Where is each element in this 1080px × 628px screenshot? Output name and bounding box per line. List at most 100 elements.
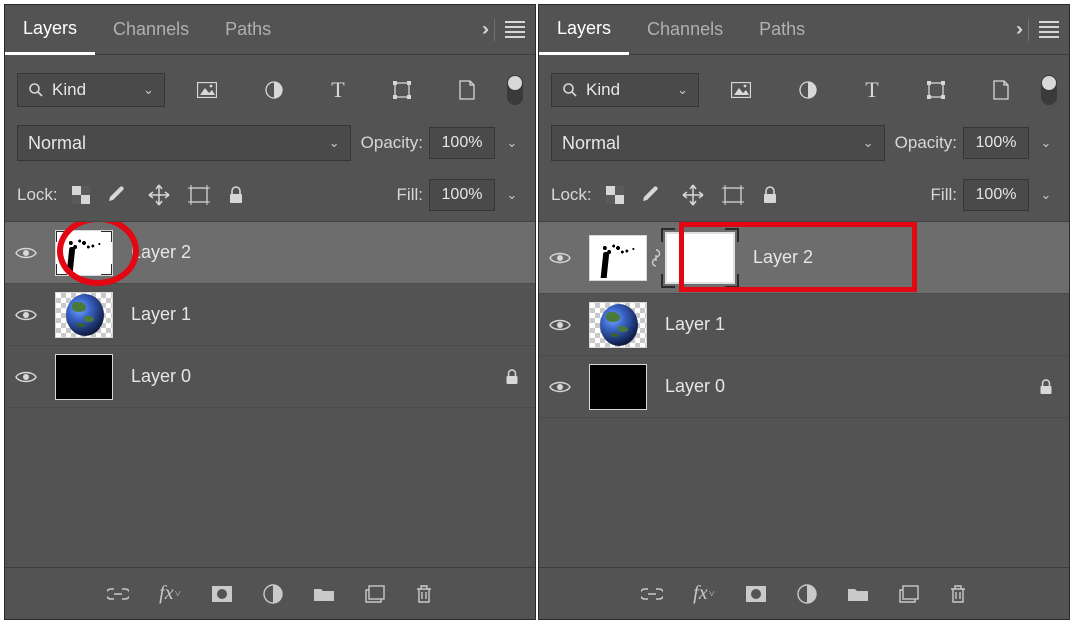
layer-thumbnail[interactable] xyxy=(55,230,113,276)
lock-transparency-icon[interactable] xyxy=(606,186,624,204)
new-adjustment-layer-icon[interactable] xyxy=(263,584,283,604)
visibility-eye-icon[interactable] xyxy=(549,318,577,332)
tab-channels[interactable]: Channels xyxy=(95,5,207,54)
blend-row: Normal ⌄ Opacity: 100% ⌄ xyxy=(5,117,535,171)
layer-name[interactable]: Layer 1 xyxy=(665,314,725,335)
layer-lock-icon[interactable] xyxy=(1039,379,1053,395)
lock-pixels-icon[interactable] xyxy=(108,185,130,205)
pixel-layer-filter-icon[interactable] xyxy=(197,82,217,98)
filter-row: Kind ⌄ T xyxy=(5,55,535,117)
fill-value-input[interactable]: 100% xyxy=(963,179,1029,211)
opacity-flyout-chevron-icon[interactable]: ⌄ xyxy=(1035,135,1057,151)
shape-layer-filter-icon[interactable] xyxy=(393,81,411,99)
flyout-menu-icon[interactable] xyxy=(505,21,525,38)
filter-toggle-switch[interactable] xyxy=(507,75,523,105)
smart-object-filter-icon[interactable] xyxy=(993,80,1009,100)
fill-value-input[interactable]: 100% xyxy=(429,179,495,211)
filter-row: Kind ⌄ T xyxy=(539,55,1069,117)
adjustment-layer-filter-icon[interactable] xyxy=(799,81,817,99)
opacity-value-input[interactable]: 100% xyxy=(963,127,1029,159)
tab-channels[interactable]: Channels xyxy=(629,5,741,54)
blend-mode-dropdown[interactable]: Normal ⌄ xyxy=(551,125,885,161)
new-layer-icon[interactable] xyxy=(899,585,919,603)
layer-mask-thumbnail[interactable] xyxy=(665,232,735,284)
lock-label: Lock: xyxy=(551,185,592,205)
lock-transparency-icon[interactable] xyxy=(72,186,90,204)
collapse-panel-icon[interactable]: ›› xyxy=(1016,19,1018,40)
layer-name[interactable]: Layer 1 xyxy=(131,304,191,325)
lock-position-icon[interactable] xyxy=(148,184,170,206)
delete-layer-icon[interactable] xyxy=(949,584,967,604)
tab-paths[interactable]: Paths xyxy=(207,5,289,54)
layer-name[interactable]: Layer 0 xyxy=(131,366,191,387)
fill-label: Fill: xyxy=(397,185,423,205)
lock-all-icon[interactable] xyxy=(228,186,244,204)
layer-name[interactable]: Layer 2 xyxy=(753,247,813,268)
new-group-icon[interactable] xyxy=(847,586,869,602)
blend-mode-dropdown[interactable]: Normal ⌄ xyxy=(17,125,351,161)
link-layers-icon[interactable] xyxy=(107,587,129,601)
new-group-icon[interactable] xyxy=(313,586,335,602)
layer-row[interactable]: Layer 0 xyxy=(539,356,1069,418)
layer-row[interactable]: Layer 1 xyxy=(539,294,1069,356)
visibility-eye-icon[interactable] xyxy=(15,308,43,322)
opacity-value-input[interactable]: 100% xyxy=(429,127,495,159)
tab-layers[interactable]: Layers xyxy=(5,5,95,55)
fill-flyout-chevron-icon[interactable]: ⌄ xyxy=(501,187,523,203)
smart-object-filter-icon[interactable] xyxy=(459,80,475,100)
link-layers-icon[interactable] xyxy=(641,587,663,601)
layer-effects-icon[interactable]: fx˅ xyxy=(159,582,181,605)
blend-mode-value: Normal xyxy=(562,133,620,154)
delete-layer-icon[interactable] xyxy=(415,584,433,604)
pixel-layer-filter-icon[interactable] xyxy=(731,82,751,98)
visibility-eye-icon[interactable] xyxy=(549,380,577,394)
filter-kind-dropdown[interactable]: Kind ⌄ xyxy=(551,73,699,107)
fill-label: Fill: xyxy=(931,185,957,205)
collapse-panel-icon[interactable]: ›› xyxy=(482,19,484,40)
layer-thumbnail[interactable] xyxy=(589,364,647,410)
visibility-eye-icon[interactable] xyxy=(549,251,577,265)
filter-toggle-switch[interactable] xyxy=(1041,75,1057,105)
add-mask-icon[interactable] xyxy=(211,585,233,603)
layer-row[interactable]: Layer 1 xyxy=(5,284,535,346)
mask-link-icon[interactable] xyxy=(651,249,661,267)
layer-name[interactable]: Layer 2 xyxy=(131,242,191,263)
layer-row[interactable]: Layer 2 xyxy=(539,222,1069,294)
layer-panel-bottom-bar: fx˅ xyxy=(5,567,535,619)
lock-artboard-icon[interactable] xyxy=(188,185,210,205)
layer-effects-icon[interactable]: fx˅ xyxy=(693,582,715,605)
lock-pixels-icon[interactable] xyxy=(642,185,664,205)
flyout-menu-icon[interactable] xyxy=(1039,21,1059,38)
layer-list: Layer 2 Layer 1 xyxy=(539,222,1069,567)
layer-thumbnail[interactable] xyxy=(55,354,113,400)
tab-layers[interactable]: Layers xyxy=(539,5,629,55)
visibility-eye-icon[interactable] xyxy=(15,370,43,384)
opacity-flyout-chevron-icon[interactable]: ⌄ xyxy=(501,135,523,151)
layer-row[interactable]: Layer 2 xyxy=(5,222,535,284)
chevron-down-icon: ⌄ xyxy=(863,135,874,151)
search-icon xyxy=(562,82,578,98)
new-adjustment-layer-icon[interactable] xyxy=(797,584,817,604)
visibility-eye-icon[interactable] xyxy=(15,246,43,260)
layer-lock-icon[interactable] xyxy=(505,369,519,385)
layer-name[interactable]: Layer 0 xyxy=(665,376,725,397)
fill-flyout-chevron-icon[interactable]: ⌄ xyxy=(1035,187,1057,203)
shape-layer-filter-icon[interactable] xyxy=(927,81,945,99)
chevron-down-icon: ⌄ xyxy=(143,82,154,98)
type-layer-filter-icon[interactable]: T xyxy=(331,77,344,103)
add-mask-icon[interactable] xyxy=(745,585,767,603)
tab-paths[interactable]: Paths xyxy=(741,5,823,54)
type-layer-filter-icon[interactable]: T xyxy=(865,77,878,103)
new-layer-icon[interactable] xyxy=(365,585,385,603)
layer-thumbnail[interactable] xyxy=(589,235,647,281)
adjustment-layer-filter-icon[interactable] xyxy=(265,81,283,99)
filter-kind-dropdown[interactable]: Kind ⌄ xyxy=(17,73,165,107)
lock-position-icon[interactable] xyxy=(682,184,704,206)
lock-artboard-icon[interactable] xyxy=(722,185,744,205)
layer-thumbnail[interactable] xyxy=(589,302,647,348)
chevron-down-icon: ⌄ xyxy=(677,82,688,98)
layer-row[interactable]: Layer 0 xyxy=(5,346,535,408)
lock-all-icon[interactable] xyxy=(762,186,778,204)
panel-tab-bar: Layers Channels Paths ›› xyxy=(5,5,535,55)
layer-thumbnail[interactable] xyxy=(55,292,113,338)
